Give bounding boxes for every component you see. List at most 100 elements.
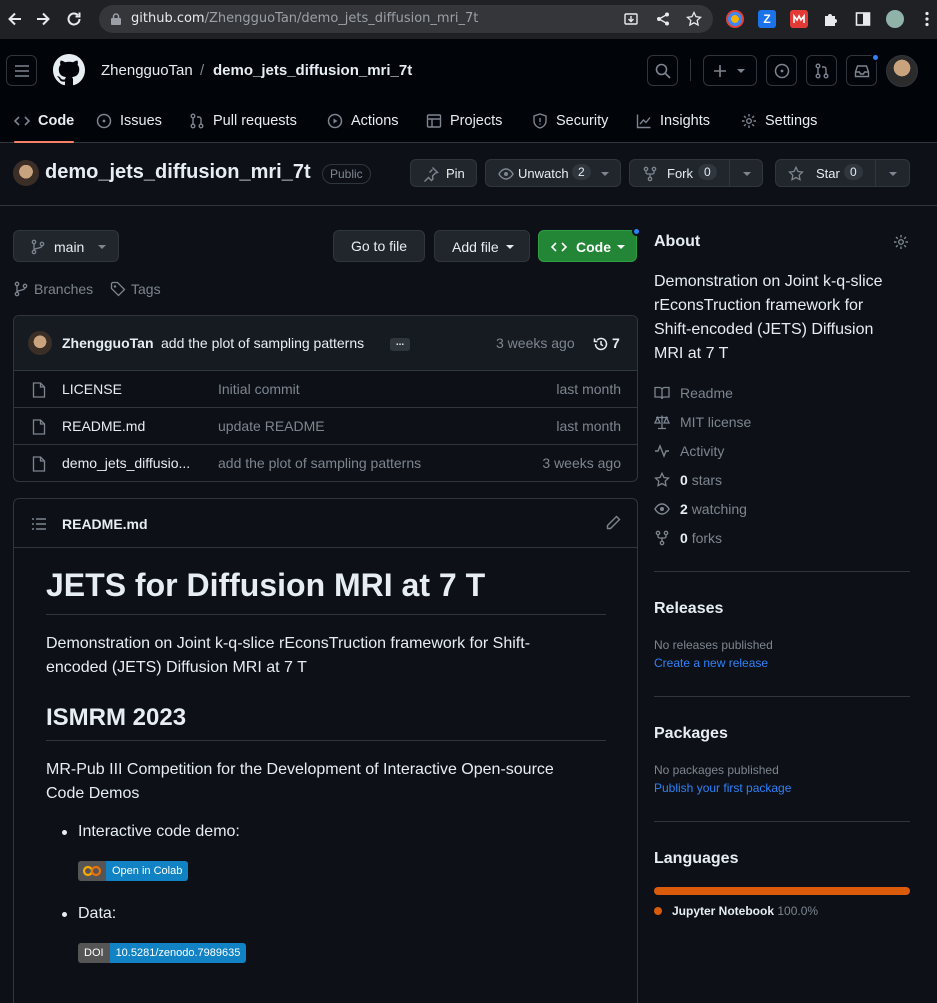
tab-pull-requests[interactable]: Pull requests [189, 99, 297, 143]
branches-link[interactable]: Branches [13, 281, 93, 297]
profile-avatar[interactable] [886, 10, 904, 28]
license-link[interactable]: MIT license [654, 412, 751, 432]
notification-dot [871, 53, 880, 62]
pull-requests-button[interactable] [806, 55, 837, 86]
file-commit-message[interactable]: update README [218, 418, 325, 434]
owner-link[interactable]: ZhengguoTan [101, 62, 193, 79]
chevron-down-icon[interactable] [742, 170, 752, 178]
pin-button[interactable]: Pin [410, 159, 477, 187]
readme-link[interactable]: Readme [654, 383, 733, 403]
doi-badge[interactable]: DOI 10.5281/zenodo.7989635 [78, 943, 247, 963]
about-description: Demonstration on Joint k-q-slice rEconsT… [654, 270, 883, 366]
language-item[interactable]: Jupyter Notebook 100.0% [654, 904, 818, 918]
commit-message[interactable]: add the plot of sampling patterns [161, 335, 364, 351]
tab-settings[interactable]: Settings [741, 99, 817, 143]
pencil-icon[interactable] [605, 515, 621, 531]
button-divider [875, 160, 876, 186]
extensions-puzzle-icon[interactable] [822, 10, 840, 28]
about-description-line: rEconsTruction framework for [654, 297, 864, 314]
tab-insights[interactable]: Insights [636, 99, 710, 143]
file-row[interactable]: LICENSE Initial commit last month [14, 370, 638, 407]
branch-name: main [54, 239, 85, 255]
create-release-link[interactable]: Create a new release [654, 656, 768, 670]
user-avatar[interactable] [886, 55, 918, 87]
branch-select-button[interactable]: main [13, 230, 119, 262]
create-new-button[interactable] [703, 55, 757, 86]
issue-icon [96, 113, 112, 129]
file-row[interactable]: README.md update README last month [14, 407, 638, 444]
language-color-dot [654, 907, 662, 915]
packages-heading[interactable]: Packages [654, 725, 728, 743]
stars-link[interactable]: 0 stars [654, 470, 722, 490]
unwatch-label: Unwatch [518, 166, 569, 181]
divider [654, 571, 910, 572]
add-file-button[interactable]: Add file [434, 230, 530, 262]
tab-code[interactable]: Code [14, 99, 75, 143]
fork-button[interactable]: Fork 0 [629, 159, 763, 187]
reload-icon[interactable] [64, 9, 84, 29]
readme-paragraph-line: MR-Pub III Competition for the Developme… [46, 761, 554, 778]
site-info-icon[interactable] [110, 13, 122, 25]
colab-badge[interactable]: Open in Colab [78, 861, 189, 881]
browser-menu-icon[interactable] [918, 10, 936, 28]
doi-badge-label: DOI [78, 943, 110, 963]
extension-red-icon[interactable] [790, 10, 808, 28]
issues-button[interactable] [766, 55, 797, 86]
file-commit-message[interactable]: add the plot of sampling patterns [218, 455, 421, 471]
side-panel-icon[interactable] [854, 10, 872, 28]
commit-count[interactable]: 7 [612, 335, 620, 351]
star-button[interactable]: Star 0 [775, 159, 910, 187]
search-button[interactable] [647, 55, 678, 86]
hamburger-menu-button[interactable] [6, 55, 37, 86]
repo-name[interactable]: demo_jets_diffusion_mri_7t [45, 161, 311, 184]
share-icon[interactable] [655, 11, 671, 27]
unwatch-button[interactable]: Unwatch 2 [485, 159, 621, 187]
forks-link[interactable]: 0 forks [654, 528, 722, 548]
chevron-down-icon[interactable] [888, 170, 898, 178]
code-dropdown-button[interactable]: Code [538, 230, 637, 262]
bookmark-star-icon[interactable] [686, 11, 702, 27]
publish-package-link[interactable]: Publish your first package [654, 781, 791, 795]
commit-expand-button[interactable]: ... [390, 338, 410, 351]
stars-count: 0 [680, 472, 688, 488]
shield-icon [533, 113, 547, 129]
go-to-file-button[interactable]: Go to file [333, 230, 425, 262]
file-name[interactable]: demo_jets_diffusio... [62, 455, 190, 471]
doi-badge-value: 10.5281/zenodo.7989635 [109, 943, 247, 963]
forward-icon[interactable] [33, 9, 53, 29]
gear-icon[interactable] [893, 234, 909, 250]
repo-link[interactable]: demo_jets_diffusion_mri_7t [213, 62, 412, 79]
file-name[interactable]: README.md [62, 418, 145, 434]
tab-projects[interactable]: Projects [426, 99, 502, 143]
releases-heading[interactable]: Releases [654, 600, 723, 618]
tab-security[interactable]: Security [532, 99, 608, 143]
commit-author-avatar [28, 331, 52, 355]
extension-z-icon[interactable]: Z [758, 10, 776, 28]
tags-link[interactable]: Tags [110, 281, 161, 297]
install-icon[interactable] [623, 11, 639, 27]
list-icon[interactable] [31, 516, 47, 532]
language-percent: 100.0% [777, 904, 819, 918]
readme-paragraph-line: Code Demos [46, 785, 140, 802]
divider [654, 696, 910, 697]
tag-icon [110, 281, 126, 297]
address-bar[interactable]: github.com/ZhengguoTan/demo_jets_diffusi… [99, 5, 713, 33]
commit-author[interactable]: ZhengguoTan [62, 335, 154, 351]
file-row[interactable]: demo_jets_diffusio... add the plot of sa… [14, 444, 638, 481]
graph-icon [636, 114, 651, 129]
back-icon[interactable] [5, 9, 25, 29]
readme-filename[interactable]: README.md [62, 516, 148, 532]
tags-label: Tags [131, 281, 161, 297]
activity-link[interactable]: Activity [654, 441, 724, 461]
tab-issues[interactable]: Issues [96, 99, 162, 143]
watching-link[interactable]: 2 watching [654, 499, 747, 519]
file-name[interactable]: LICENSE [62, 381, 122, 397]
github-logo-icon[interactable] [53, 54, 85, 86]
history-icon[interactable] [593, 336, 609, 352]
extension-color-icon[interactable] [726, 10, 744, 28]
table-icon [426, 114, 442, 128]
divider [46, 740, 606, 741]
tab-actions[interactable]: Actions [327, 99, 399, 143]
file-commit-message[interactable]: Initial commit [218, 381, 300, 397]
language-bar [654, 887, 910, 895]
